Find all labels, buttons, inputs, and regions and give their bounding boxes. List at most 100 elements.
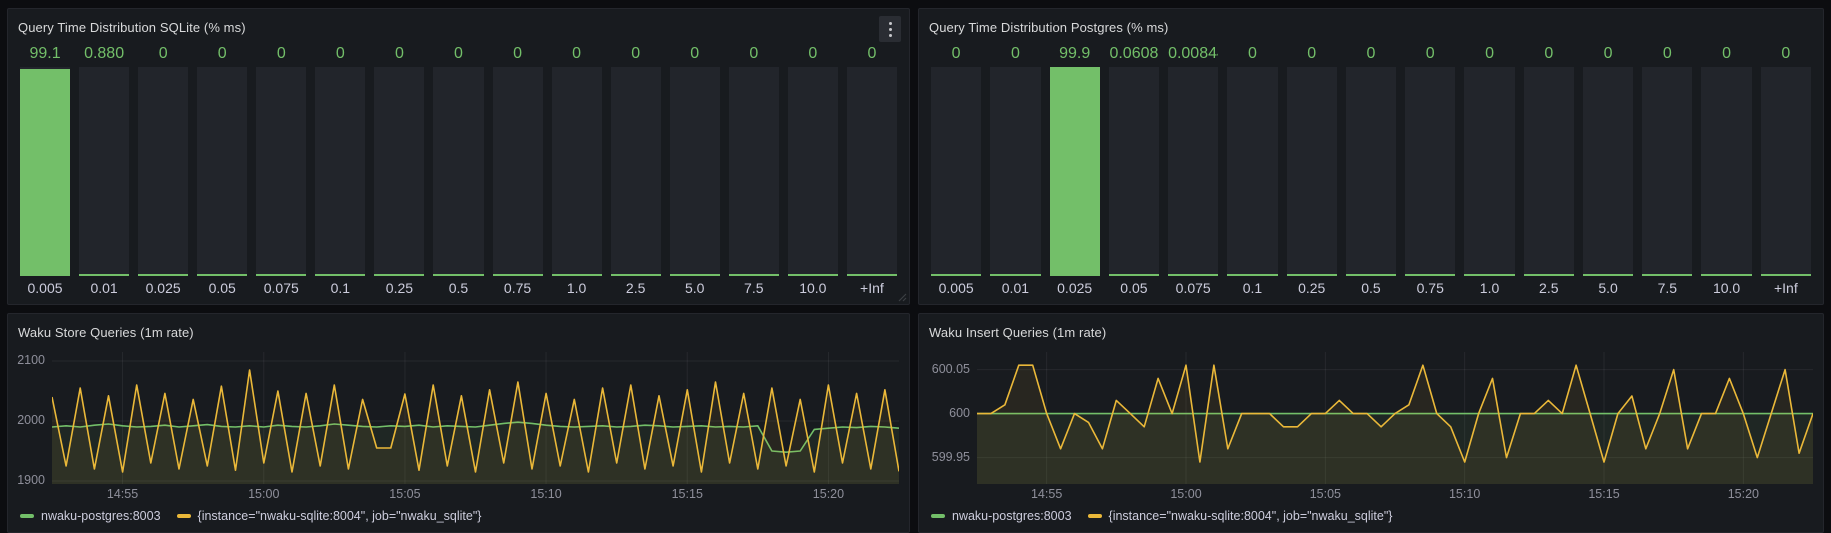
gauge-bar xyxy=(1109,67,1159,276)
y-axis: 600.05600599.95 xyxy=(923,352,977,484)
legend-item[interactable]: nwaku-postgres:8003 xyxy=(20,509,161,523)
gauge-bar-fill xyxy=(1287,274,1337,276)
panel-query-time-postgres: Query Time Distribution Postgres (% ms) … xyxy=(918,8,1824,305)
gauge-bar xyxy=(670,67,720,276)
panel-waku-store-queries: Waku Store Queries (1m rate) 21002000190… xyxy=(7,313,910,533)
gauge-bar-fill xyxy=(1227,274,1277,276)
gauge-bucket-label: 2.5 xyxy=(611,276,661,298)
gauge-value: 0 xyxy=(611,41,661,67)
gauge-bar xyxy=(138,67,188,276)
menu-dot xyxy=(889,34,892,37)
gauge-value: 0 xyxy=(433,41,483,67)
gauge-column: 05.0 xyxy=(670,41,720,298)
gauge-value: 99.1 xyxy=(20,41,70,67)
gauge-bar xyxy=(1642,67,1692,276)
panel-title[interactable]: Query Time Distribution Postgres (% ms) xyxy=(929,20,1168,35)
gauge-value: 0 xyxy=(138,41,188,67)
gauge-bar-fill xyxy=(197,274,247,276)
gauge-value: 0 xyxy=(1464,41,1514,67)
gauge-bar xyxy=(1524,67,1574,276)
panel-query-time-sqlite: Query Time Distribution SQLite (% ms) 99… xyxy=(7,8,910,305)
gauge-bucket-label: 0.1 xyxy=(315,276,365,298)
gauge-value: 0 xyxy=(1524,41,1574,67)
gauge-column: 01.0 xyxy=(552,41,602,298)
gauge-value: 0 xyxy=(788,41,838,67)
plot-area[interactable] xyxy=(52,352,899,484)
gauge-value: 0.0608 xyxy=(1109,41,1159,67)
y-tick-label: 600 xyxy=(949,406,970,420)
legend: nwaku-postgres:8003 {instance="nwaku-sqli… xyxy=(923,504,1813,530)
x-tick-label: 15:05 xyxy=(1310,487,1341,501)
legend-item[interactable]: {instance="nwaku-sqlite:8004", job="nwak… xyxy=(1088,509,1393,523)
x-tick-label: 15:20 xyxy=(1728,487,1759,501)
gauge-column: 00.25 xyxy=(1287,41,1337,298)
gauge-bar-fill xyxy=(20,69,70,276)
x-tick-label: 15:20 xyxy=(813,487,844,501)
gauge-bucket-label: 0.075 xyxy=(256,276,306,298)
gauge-bar xyxy=(1701,67,1751,276)
gauge-column: 00.75 xyxy=(1405,41,1455,298)
panel-menu-icon[interactable] xyxy=(879,16,901,42)
gauge-column: 02.5 xyxy=(611,41,661,298)
gauge-bucket-label: 0.025 xyxy=(1050,276,1100,298)
gauge-bucket-label: 0.025 xyxy=(138,276,188,298)
gauge-column: 07.5 xyxy=(1642,41,1692,298)
panel-title[interactable]: Waku Insert Queries (1m rate) xyxy=(929,325,1106,340)
gauge-bucket-label: 0.01 xyxy=(79,276,129,298)
legend-item[interactable]: {instance="nwaku-sqlite:8004", job="nwak… xyxy=(177,509,482,523)
panel-resize-handle[interactable] xyxy=(898,293,907,302)
gauge-bucket-label: 0.01 xyxy=(990,276,1040,298)
gauge-bar-fill xyxy=(1405,274,1455,276)
gauge-bucket-label: 7.5 xyxy=(729,276,779,298)
gauge-bar xyxy=(1227,67,1277,276)
gauge-value: 0 xyxy=(931,41,981,67)
plot-area[interactable] xyxy=(977,352,1813,484)
gauge-bar-fill xyxy=(990,274,1040,276)
gauge-bucket-label: 0.75 xyxy=(1405,276,1455,298)
x-tick-label: 15:10 xyxy=(1449,487,1480,501)
gauge-bar xyxy=(433,67,483,276)
legend-series-chip xyxy=(177,514,191,518)
timeseries-main: 210020001900 xyxy=(12,352,899,484)
gauge-bucket-label: 0.005 xyxy=(20,276,70,298)
gauge-bar xyxy=(729,67,779,276)
gauge-bar-fill xyxy=(1642,274,1692,276)
gauge-column: 0+Inf xyxy=(847,41,897,298)
gauge-bar-fill xyxy=(670,274,720,276)
gauge-value: 0 xyxy=(1227,41,1277,67)
legend-series-label: nwaku-postgres:8003 xyxy=(41,509,161,523)
gauge-bar xyxy=(20,67,70,276)
y-tick-label: 2100 xyxy=(17,353,45,367)
gauge-bar-fill xyxy=(1109,274,1159,276)
gauge-bucket-label: 1.0 xyxy=(1464,276,1514,298)
gauge-bucket-label: 7.5 xyxy=(1642,276,1692,298)
gauge-bar-fill xyxy=(552,274,602,276)
gauge-value: 0 xyxy=(493,41,543,67)
legend-item[interactable]: nwaku-postgres:8003 xyxy=(931,509,1072,523)
gauge-bar xyxy=(1583,67,1633,276)
gauge-bucket-label: 0.5 xyxy=(433,276,483,298)
gauge-bucket-label: 0.25 xyxy=(374,276,424,298)
gauge-value: 0 xyxy=(990,41,1040,67)
gauge-column: 0 0.005 xyxy=(931,41,981,298)
gauge-value: 0 xyxy=(256,41,306,67)
gauge-column: 01.0 xyxy=(1464,41,1514,298)
panel-title[interactable]: Waku Store Queries (1m rate) xyxy=(18,325,194,340)
gauge-bar-fill xyxy=(1050,67,1100,276)
gauge-bar-fill xyxy=(374,274,424,276)
gauge-bar xyxy=(611,67,661,276)
gauge-column: 07.5 xyxy=(729,41,779,298)
y-tick-label: 2000 xyxy=(17,413,45,427)
panel-title[interactable]: Query Time Distribution SQLite (% ms) xyxy=(18,20,246,35)
gauge-column: 00.01 xyxy=(990,41,1040,298)
gauge-value: 0 xyxy=(847,41,897,67)
gauge-value: 0 xyxy=(1346,41,1396,67)
legend-series-chip xyxy=(1088,514,1102,518)
gauge-bar-fill xyxy=(1701,274,1751,276)
x-tick-label: 14:55 xyxy=(107,487,138,501)
gauge-bar xyxy=(990,67,1040,276)
gauge-column: 00.05 xyxy=(197,41,247,298)
panel-header: Waku Insert Queries (1m rate) xyxy=(919,314,1823,346)
gauge-bucket-label: 0.005 xyxy=(931,276,981,298)
gauge-value: 0 xyxy=(1287,41,1337,67)
